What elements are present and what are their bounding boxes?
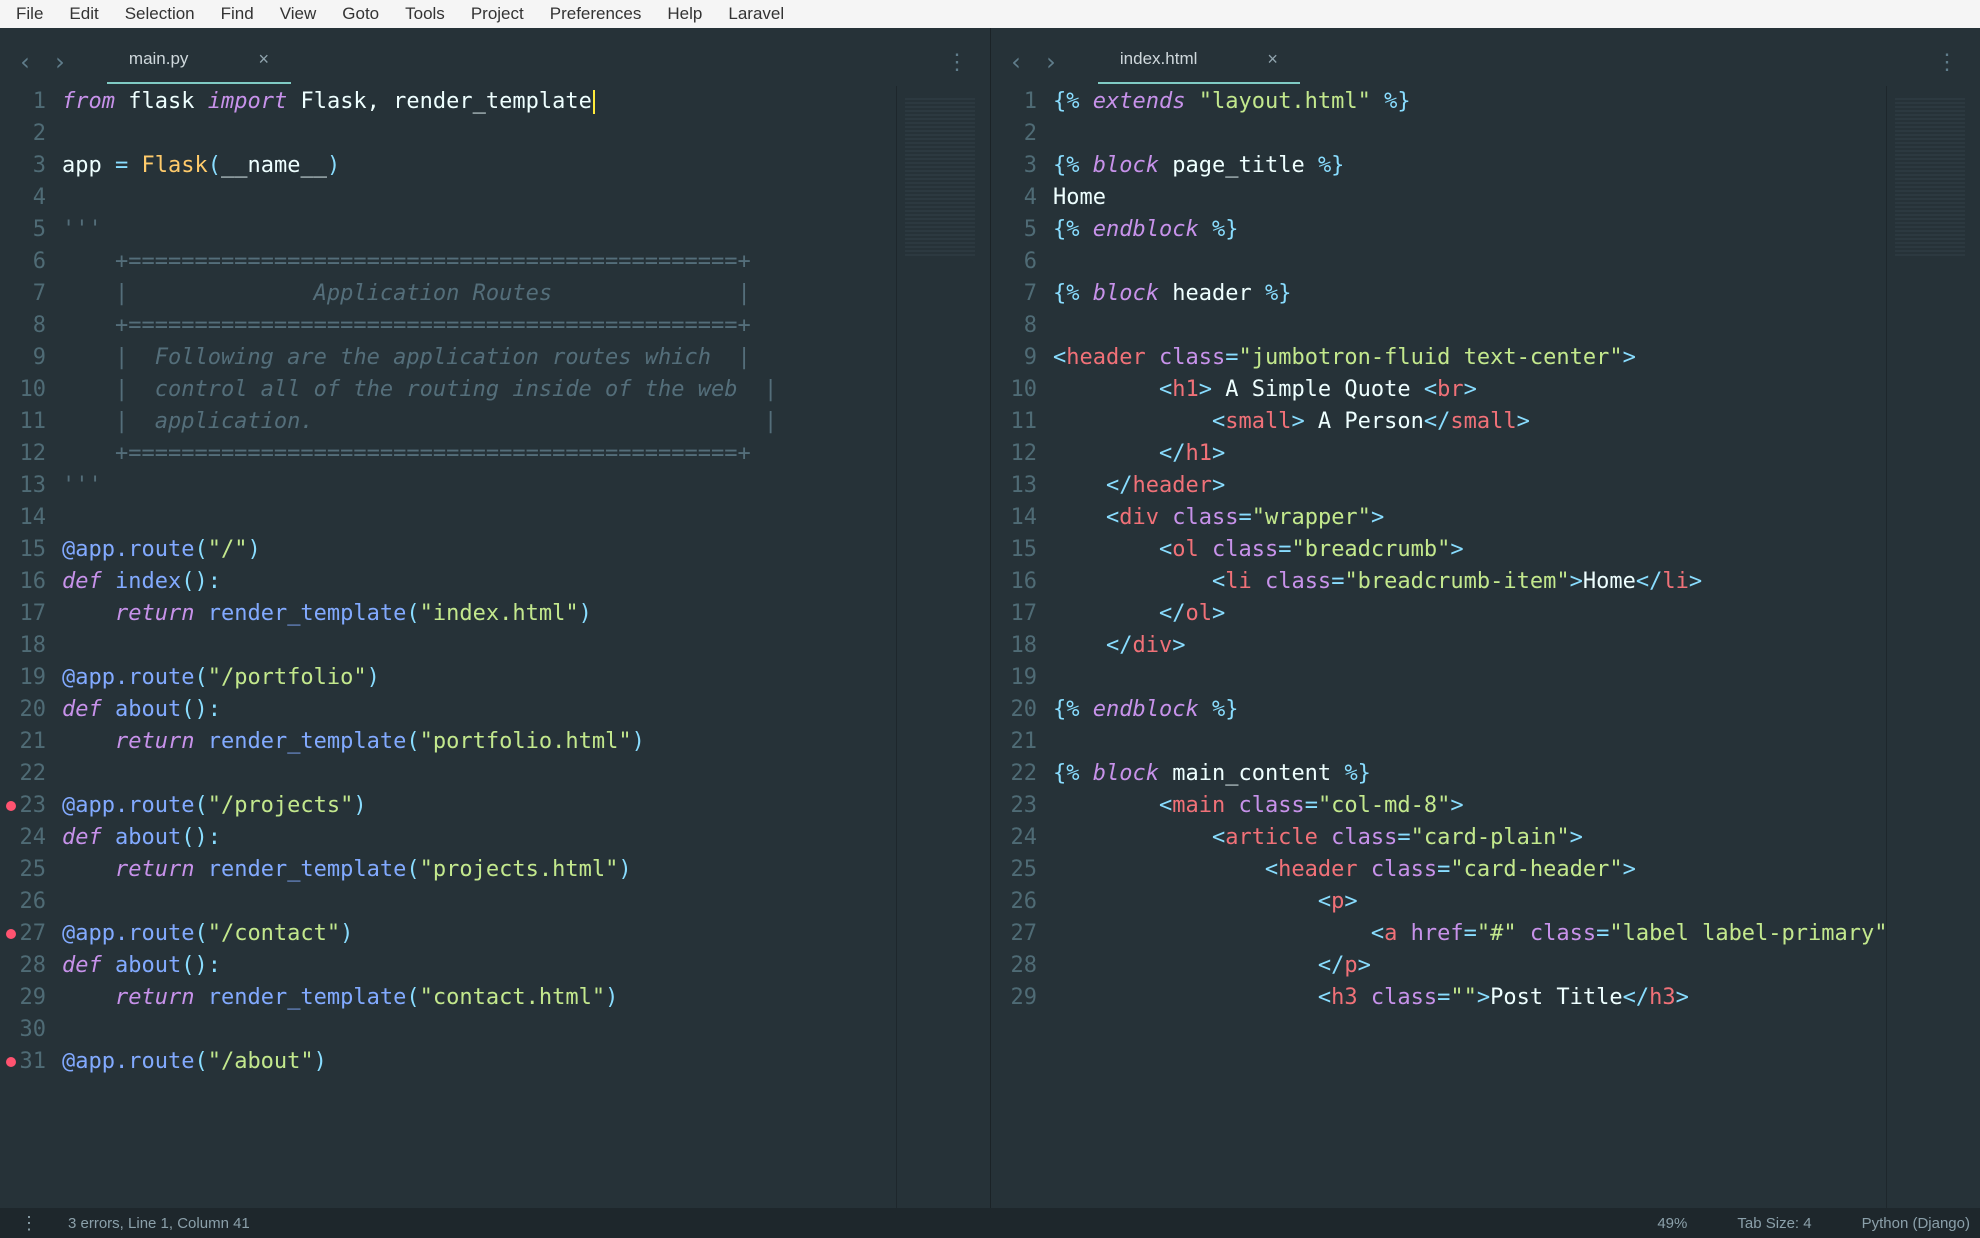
nav-back-icon[interactable]: ‹ [8,50,42,74]
menu-selection[interactable]: Selection [113,2,207,26]
gutter-right: 1234567891011121314151617181920212223242… [991,86,1053,1208]
tab-label: main.py [129,49,189,69]
menu-goto[interactable]: Goto [330,2,391,26]
status-tab-size[interactable]: Tab Size: 4 [1737,1215,1811,1232]
menu-project[interactable]: Project [459,2,536,26]
status-zoom[interactable]: 49% [1657,1215,1687,1232]
minimap-left[interactable] [896,86,986,1208]
menubar: FileEditSelectionFindViewGotoToolsProjec… [0,0,1980,28]
editor-split: ‹ › main.py × ⋮ 123456789101112131415161… [0,28,1980,1208]
statusbar: ⋮ 3 errors, Line 1, Column 41 49% Tab Si… [0,1208,1980,1238]
gutter-left: 1234567891011121314151617181920212223242… [0,86,62,1208]
minimap-right[interactable] [1886,86,1976,1208]
close-icon[interactable]: × [1267,49,1278,70]
editor-right[interactable]: 1234567891011121314151617181920212223242… [991,86,1980,1208]
close-icon[interactable]: × [258,49,269,70]
tab-row-right: ‹ › index.html × ⋮ [991,28,1980,86]
pane-right: ‹ › index.html × ⋮ 123456789101112131415… [990,28,1980,1208]
menu-view[interactable]: View [268,2,329,26]
menu-preferences[interactable]: Preferences [538,2,654,26]
nav-forward-icon[interactable]: › [42,50,76,74]
menu-file[interactable]: File [4,2,55,26]
nav-back-icon[interactable]: ‹ [999,50,1033,74]
code-right[interactable]: {% extends "layout.html" %}{% block page… [1053,86,1886,1208]
statusbar-menu-icon[interactable]: ⋮ [10,1213,48,1234]
tab-index-html[interactable]: index.html × [1098,41,1300,84]
status-text: 3 errors, Line 1, Column 41 [68,1215,250,1232]
menu-laravel[interactable]: Laravel [716,2,796,26]
tab-row-left: ‹ › main.py × ⋮ [0,28,990,86]
menu-find[interactable]: Find [209,2,266,26]
pane-menu-icon[interactable]: ⋮ [932,50,982,75]
tab-main-py[interactable]: main.py × [107,41,291,84]
pane-left: ‹ › main.py × ⋮ 123456789101112131415161… [0,28,990,1208]
menu-help[interactable]: Help [655,2,714,26]
menu-tools[interactable]: Tools [393,2,457,26]
nav-forward-icon[interactable]: › [1033,50,1067,74]
pane-menu-icon[interactable]: ⋮ [1922,50,1972,75]
editor-left[interactable]: 1234567891011121314151617181920212223242… [0,86,990,1208]
code-left[interactable]: from flask import Flask, render_template… [62,86,896,1208]
menu-edit[interactable]: Edit [57,2,110,26]
status-language[interactable]: Python (Django) [1862,1215,1970,1232]
tab-label: index.html [1120,49,1197,69]
